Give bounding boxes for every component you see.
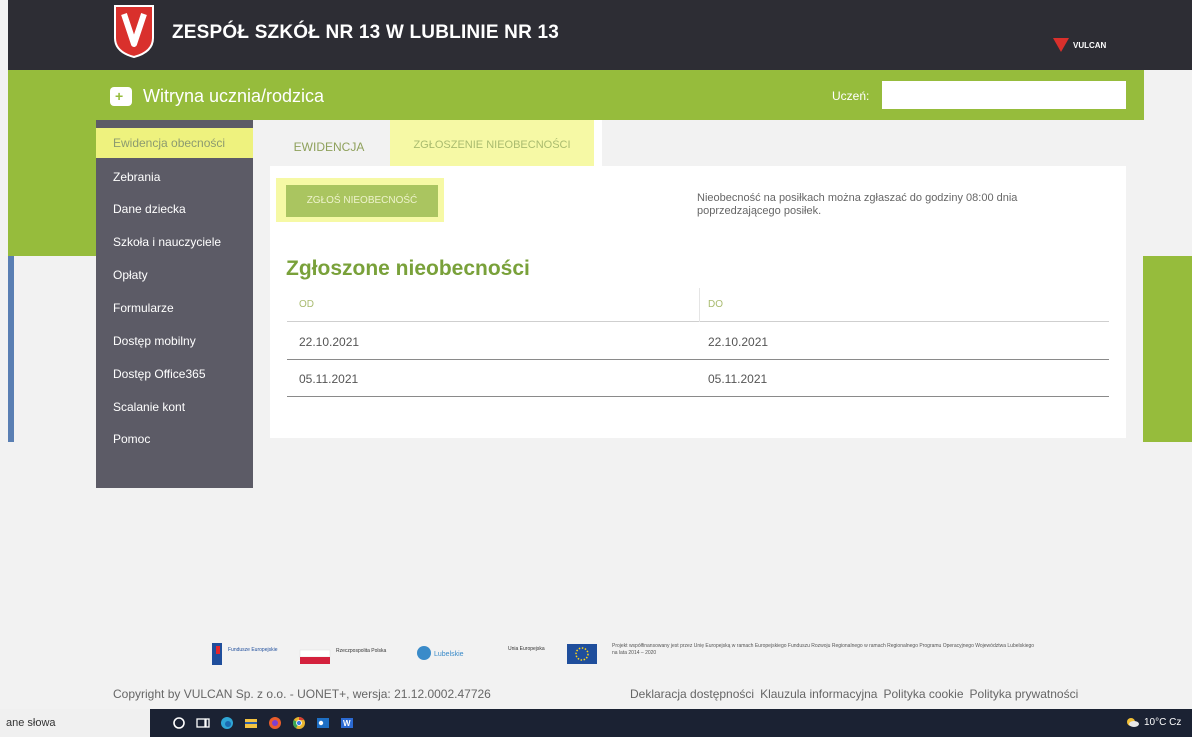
column-header-from[interactable]: OD [299,288,314,322]
sidebar-item-label: Dostęp Office365 [113,367,206,381]
vulcan-label: VULCAN [1073,40,1107,50]
column-header-to[interactable]: DO [708,288,723,322]
vulcan-logo[interactable]: VULCAN [1053,38,1106,52]
link-accessibility[interactable]: Deklaracja dostępności [630,687,754,701]
project-note: Projekt współfinansowany jest przez Unię… [612,643,1035,656]
fe-logo-text: Fundusze Europejskie [228,647,278,653]
school-name: ZESPÓŁ SZKÓŁ NR 13 W LUBLINIE NR 13 [172,22,560,43]
edge-browser-icon[interactable] [220,716,234,730]
sidebar-item-mobile-access[interactable]: Dostęp mobilny [96,326,253,356]
rp-logo-text: Rzeczpospolita Polska [336,648,387,654]
weather-cloud-icon [1127,718,1139,727]
svg-text:W: W [343,719,351,728]
absences-list-title: Zgłoszone nieobecności [286,257,530,280]
tab-label: ZGŁOSZENIE NIEOBECNOŚCI [413,139,571,151]
sidebar-item-label: Dane dziecka [113,202,186,216]
footer-links: Deklaracja dostępności Klauzula informac… [630,687,1078,701]
portal-title: Witryna ucznia/rodzica [143,86,325,106]
task-view-icon[interactable] [196,716,210,730]
cell-from: 05.11.2021 [299,372,359,386]
table-row[interactable]: 22.10.2021 22.10.2021 [287,324,1109,360]
sidebar-item-attendance[interactable]: Ewidencja obecności [96,128,253,158]
ue-logo-text: Unia Europejska [508,646,545,652]
eu-funding-logos: Fundusze Europejskie Rzeczpospolita Pols… [210,640,1040,670]
table-row[interactable]: 05.11.2021 05.11.2021 [287,361,1109,397]
sidebar-item-label: Opłaty [113,268,148,282]
sidebar-item-forms[interactable]: Formularze [96,293,253,323]
chrome-icon[interactable] [292,716,306,730]
sidebar-item-help[interactable]: Pomoc [96,424,253,454]
sidebar-item-label: Formularze [113,301,174,315]
windows-taskbar: ane słowa W 10°C Cz [0,709,1192,737]
copyright-text: Copyright by VULCAN Sp. z o.o. - UONET+,… [113,687,491,701]
sidebar-item-merge-accounts[interactable]: Scalanie kont [96,392,253,422]
page: ZESPÓŁ SZKÓŁ NR 13 W LUBLINIE NR 13 VULC… [0,0,1192,737]
weather-text: 10°C Cz [1144,716,1182,728]
cortana-icon[interactable] [172,716,186,730]
column-divider [699,288,700,322]
eu-funding-logos-icon: Fundusze Europejskie Rzeczpospolita Pols… [212,643,1035,665]
sidebar-item-fees[interactable]: Opłaty [96,260,253,290]
vulcan-logo-icon [1053,38,1069,52]
sidebar-item-meetings[interactable]: Zebrania [96,162,253,192]
sidebar: Ewidencja obecności Zebrania Dane dzieck… [96,120,253,488]
link-privacy-policy[interactable]: Polityka prywatności [970,687,1079,701]
link-cookie-policy[interactable]: Polityka cookie [883,687,963,701]
report-absence-button[interactable]: ZGŁOŚ NIEOBECNOŚĆ [286,185,438,217]
sidebar-item-child-data[interactable]: Dane dziecka [96,194,253,224]
sidebar-item-label: Scalanie kont [113,400,186,414]
sidebar-item-label: Dostęp mobilny [113,334,196,348]
sidebar-item-label: Szkoła i nauczyciele [113,235,222,249]
firefox-icon[interactable] [268,716,282,730]
table-header-row: OD DO [287,288,1109,322]
file-explorer-icon[interactable] [244,716,258,730]
tab-attendance[interactable]: EWIDENCJA [270,128,388,166]
taskbar-search[interactable]: ane słowa [0,709,150,737]
green-decor-left [8,120,96,256]
sidebar-item-label: Zebrania [113,170,161,184]
outlook-icon[interactable] [316,716,330,730]
portal-chat-icon: + [110,87,132,106]
lubelskie-logo-text: Lubelskie [434,651,464,658]
student-label: Uczeń: [832,89,870,103]
school-logo-icon [114,5,154,58]
tab-report-absence[interactable]: ZGŁOSZENIE NIEOBECNOŚCI [390,120,602,170]
link-information-clause[interactable]: Klauzula informacyjna [760,687,877,701]
student-select-input[interactable] [882,81,1126,109]
green-decor-right [1143,256,1192,442]
sidebar-item-office365[interactable]: Dostęp Office365 [96,359,253,389]
sidebar-item-label: Ewidencja obecności [113,136,226,150]
blue-edge-decor [8,256,14,442]
word-icon[interactable]: W [340,716,354,730]
cell-to: 05.11.2021 [708,372,768,386]
cell-to: 22.10.2021 [708,335,769,349]
cell-from: 22.10.2021 [299,335,360,349]
meal-info-text: Nieobecność na posiłkach można zgłaszać … [697,192,1018,217]
sidebar-item-label: Pomoc [113,432,151,446]
sidebar-item-school-teachers[interactable]: Szkoła i nauczyciele [96,227,253,257]
weather-widget[interactable]: 10°C Cz [1126,716,1181,728]
